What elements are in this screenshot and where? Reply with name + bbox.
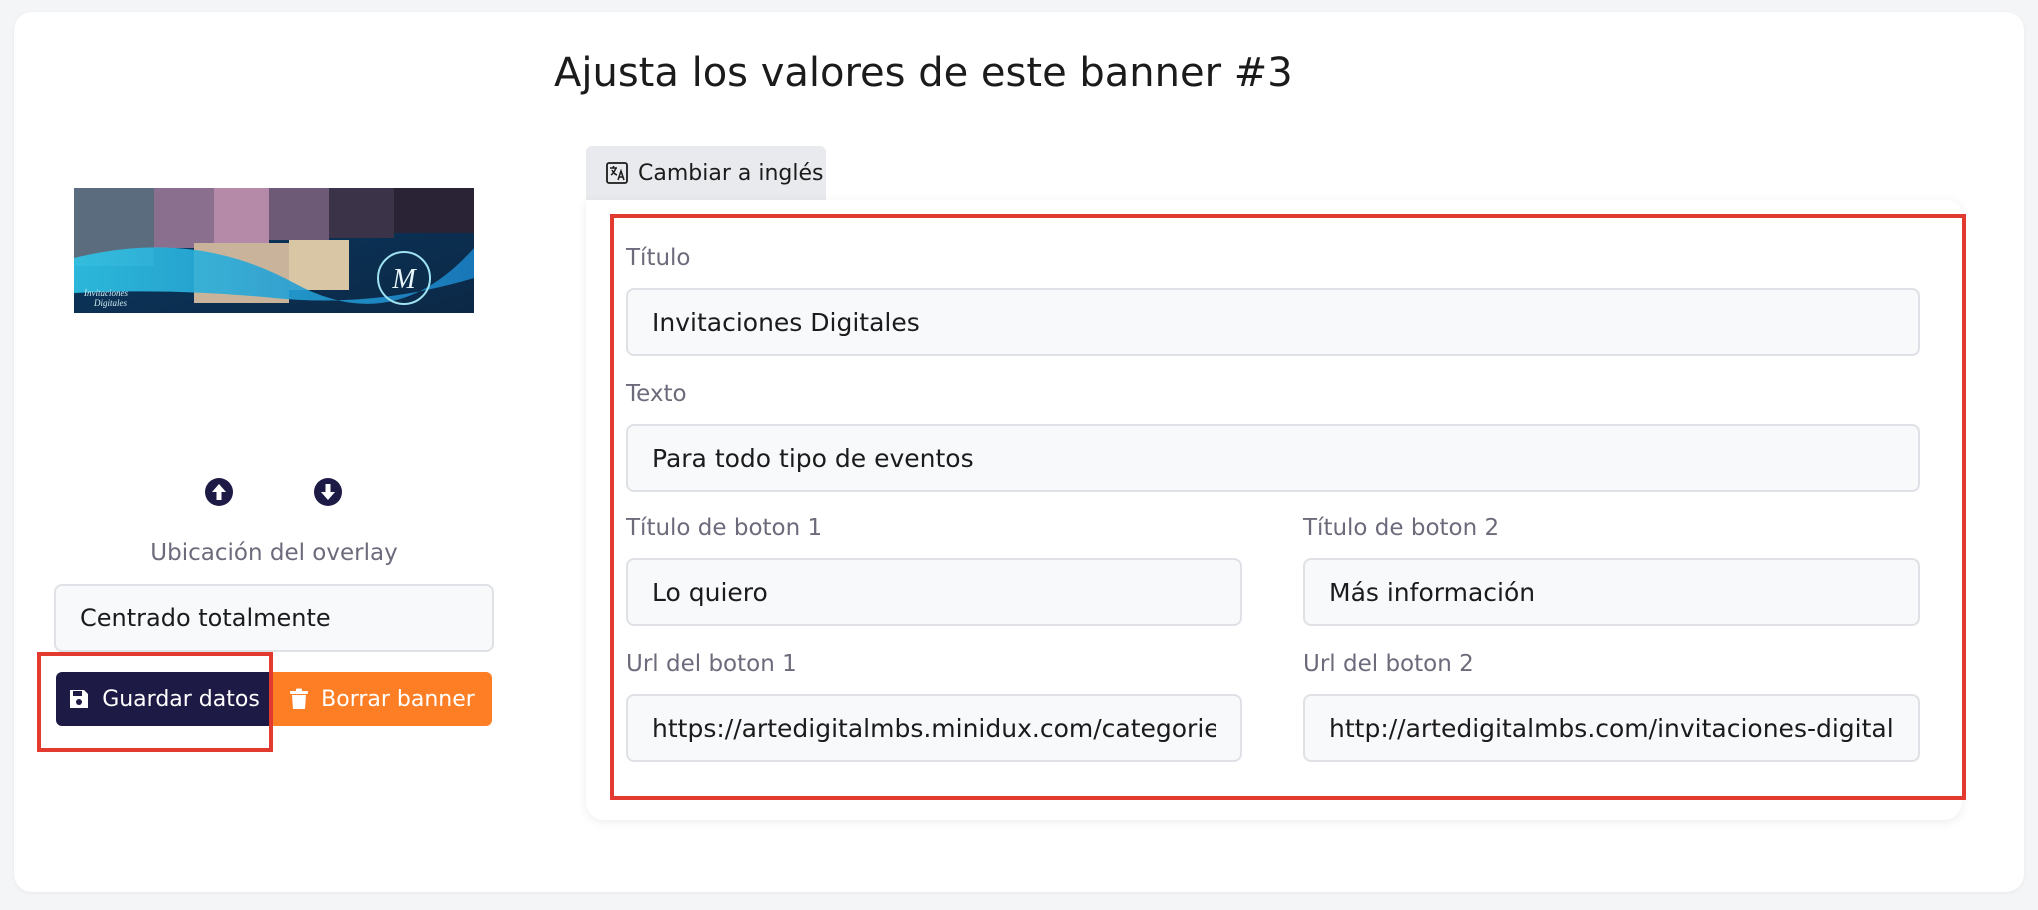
page-title: Ajusta los valores de este banner #3	[554, 50, 1293, 96]
button2-url-input[interactable]	[1303, 694, 1920, 762]
arrow-up-circle-icon	[205, 478, 233, 506]
svg-text:M: M	[391, 264, 417, 295]
trash-icon	[290, 688, 309, 709]
button1-title-input[interactable]	[626, 558, 1242, 626]
delete-banner-button[interactable]: Borrar banner	[272, 672, 492, 726]
title-label: Título	[626, 245, 691, 271]
arrow-down-circle-icon	[314, 478, 342, 506]
button2-title-input[interactable]	[1303, 558, 1920, 626]
overlay-position-value: Centrado totalmente	[80, 604, 331, 632]
svg-text:Digitales: Digitales	[93, 298, 127, 308]
svg-text:Invitaciones: Invitaciones	[83, 288, 128, 298]
overlay-position-label: Ubicación del overlay	[150, 540, 398, 566]
button1-url-input[interactable]	[626, 694, 1242, 762]
button2-title-label: Título de boton 2	[1303, 515, 1500, 541]
text-label: Texto	[626, 381, 687, 407]
delete-button-label: Borrar banner	[321, 686, 475, 712]
save-button[interactable]: Guardar datos	[56, 672, 272, 726]
language-switch-tab[interactable]: Cambiar a inglés	[586, 146, 826, 200]
overlay-position-select[interactable]: Centrado totalmente	[54, 584, 494, 652]
button1-url-label: Url del boton 1	[626, 651, 797, 677]
move-down-button[interactable]	[313, 477, 343, 507]
language-switch-label: Cambiar a inglés	[638, 160, 824, 186]
floppy-disk-icon	[70, 690, 89, 708]
save-button-label: Guardar datos	[102, 686, 260, 712]
button1-title-label: Título de boton 1	[626, 515, 823, 541]
title-input[interactable]	[626, 288, 1920, 356]
translate-icon	[606, 162, 628, 184]
button2-url-label: Url del boton 2	[1303, 651, 1474, 677]
text-input[interactable]	[626, 424, 1920, 492]
banner-thumbnail: M Invitaciones Digitales	[74, 188, 474, 313]
move-up-button[interactable]	[204, 477, 234, 507]
